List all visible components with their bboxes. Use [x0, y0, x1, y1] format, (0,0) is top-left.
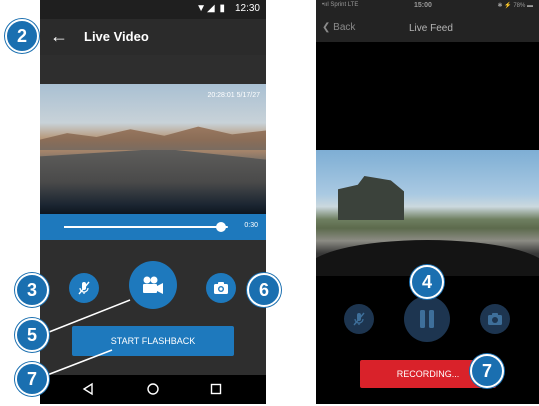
live-video-feed: [316, 150, 539, 276]
video-camera-icon: [143, 276, 163, 294]
callout-badge-7-left: 7: [15, 362, 49, 396]
android-toolbar: ← Live Video: [40, 19, 266, 55]
callout-badge-7-right: 7: [470, 354, 504, 388]
mute-mic-button[interactable]: [69, 273, 99, 303]
android-status-bar: ▼◢ ▮ 12:30: [40, 0, 266, 19]
live-video-feed: 20:28:01 5/17/27: [40, 84, 266, 214]
ios-status-bar: •ııl Sprint LTE 15:00 ✱ ⚡ 78% ▬: [316, 0, 539, 14]
page-title: Live Feed: [409, 23, 453, 34]
take-photo-button[interactable]: [480, 304, 510, 334]
callout-badge-2: 2: [5, 19, 39, 53]
mute-mic-button[interactable]: [344, 304, 374, 334]
callout-badge-6: 6: [247, 273, 281, 307]
seek-fill: [64, 226, 222, 228]
status-carrier: •ııl Sprint LTE: [322, 2, 359, 8]
video-letterbox: [316, 42, 539, 150]
nav-home-icon[interactable]: [145, 381, 161, 397]
ios-navigation-bar: ❮ Back Live Feed: [316, 14, 539, 42]
pause-icon: [420, 310, 434, 328]
video-road: [40, 150, 266, 214]
callout-badge-3: 3: [15, 273, 49, 307]
back-arrow-icon[interactable]: ←: [50, 25, 68, 47]
camera-icon: [488, 313, 502, 325]
status-time: 12:30: [234, 3, 260, 14]
android-live-video-screen: ▼◢ ▮ 12:30 ← Live Video 20:28:01 5/17/27…: [40, 0, 266, 404]
ios-live-feed-screen: •ııl Sprint LTE 15:00 ✱ ⚡ 78% ▬ ❮ Back L…: [316, 0, 539, 404]
video-mountains: [40, 126, 266, 150]
video-building: [338, 176, 404, 220]
video-timestamp: 20:28:01 5/17/27: [207, 92, 260, 99]
pause-button[interactable]: [404, 296, 450, 342]
record-video-button[interactable]: [129, 261, 177, 309]
status-time: 15:00: [414, 2, 432, 9]
seek-thumb[interactable]: [216, 222, 227, 232]
callout-badge-5: 5: [15, 318, 49, 352]
mic-off-icon: [78, 281, 90, 295]
back-button[interactable]: ❮ Back: [322, 22, 355, 33]
android-navigation-bar: [40, 375, 266, 404]
nav-recent-apps-icon[interactable]: [208, 381, 224, 397]
seek-track[interactable]: [64, 222, 228, 232]
start-flashback-button[interactable]: START FLASHBACK: [72, 326, 234, 356]
status-battery: ✱ ⚡ 78% ▬: [497, 3, 533, 9]
page-title: Live Video: [84, 29, 149, 44]
mic-off-icon: [353, 312, 365, 326]
take-photo-button[interactable]: [206, 273, 236, 303]
seek-time: 0:30: [244, 222, 258, 229]
camera-icon: [214, 282, 228, 294]
status-icons: ▼◢ ▮: [196, 3, 226, 14]
callout-badge-4: 4: [410, 265, 444, 299]
nav-back-icon[interactable]: [80, 381, 96, 397]
video-seek-bar: 0:30: [40, 214, 266, 240]
